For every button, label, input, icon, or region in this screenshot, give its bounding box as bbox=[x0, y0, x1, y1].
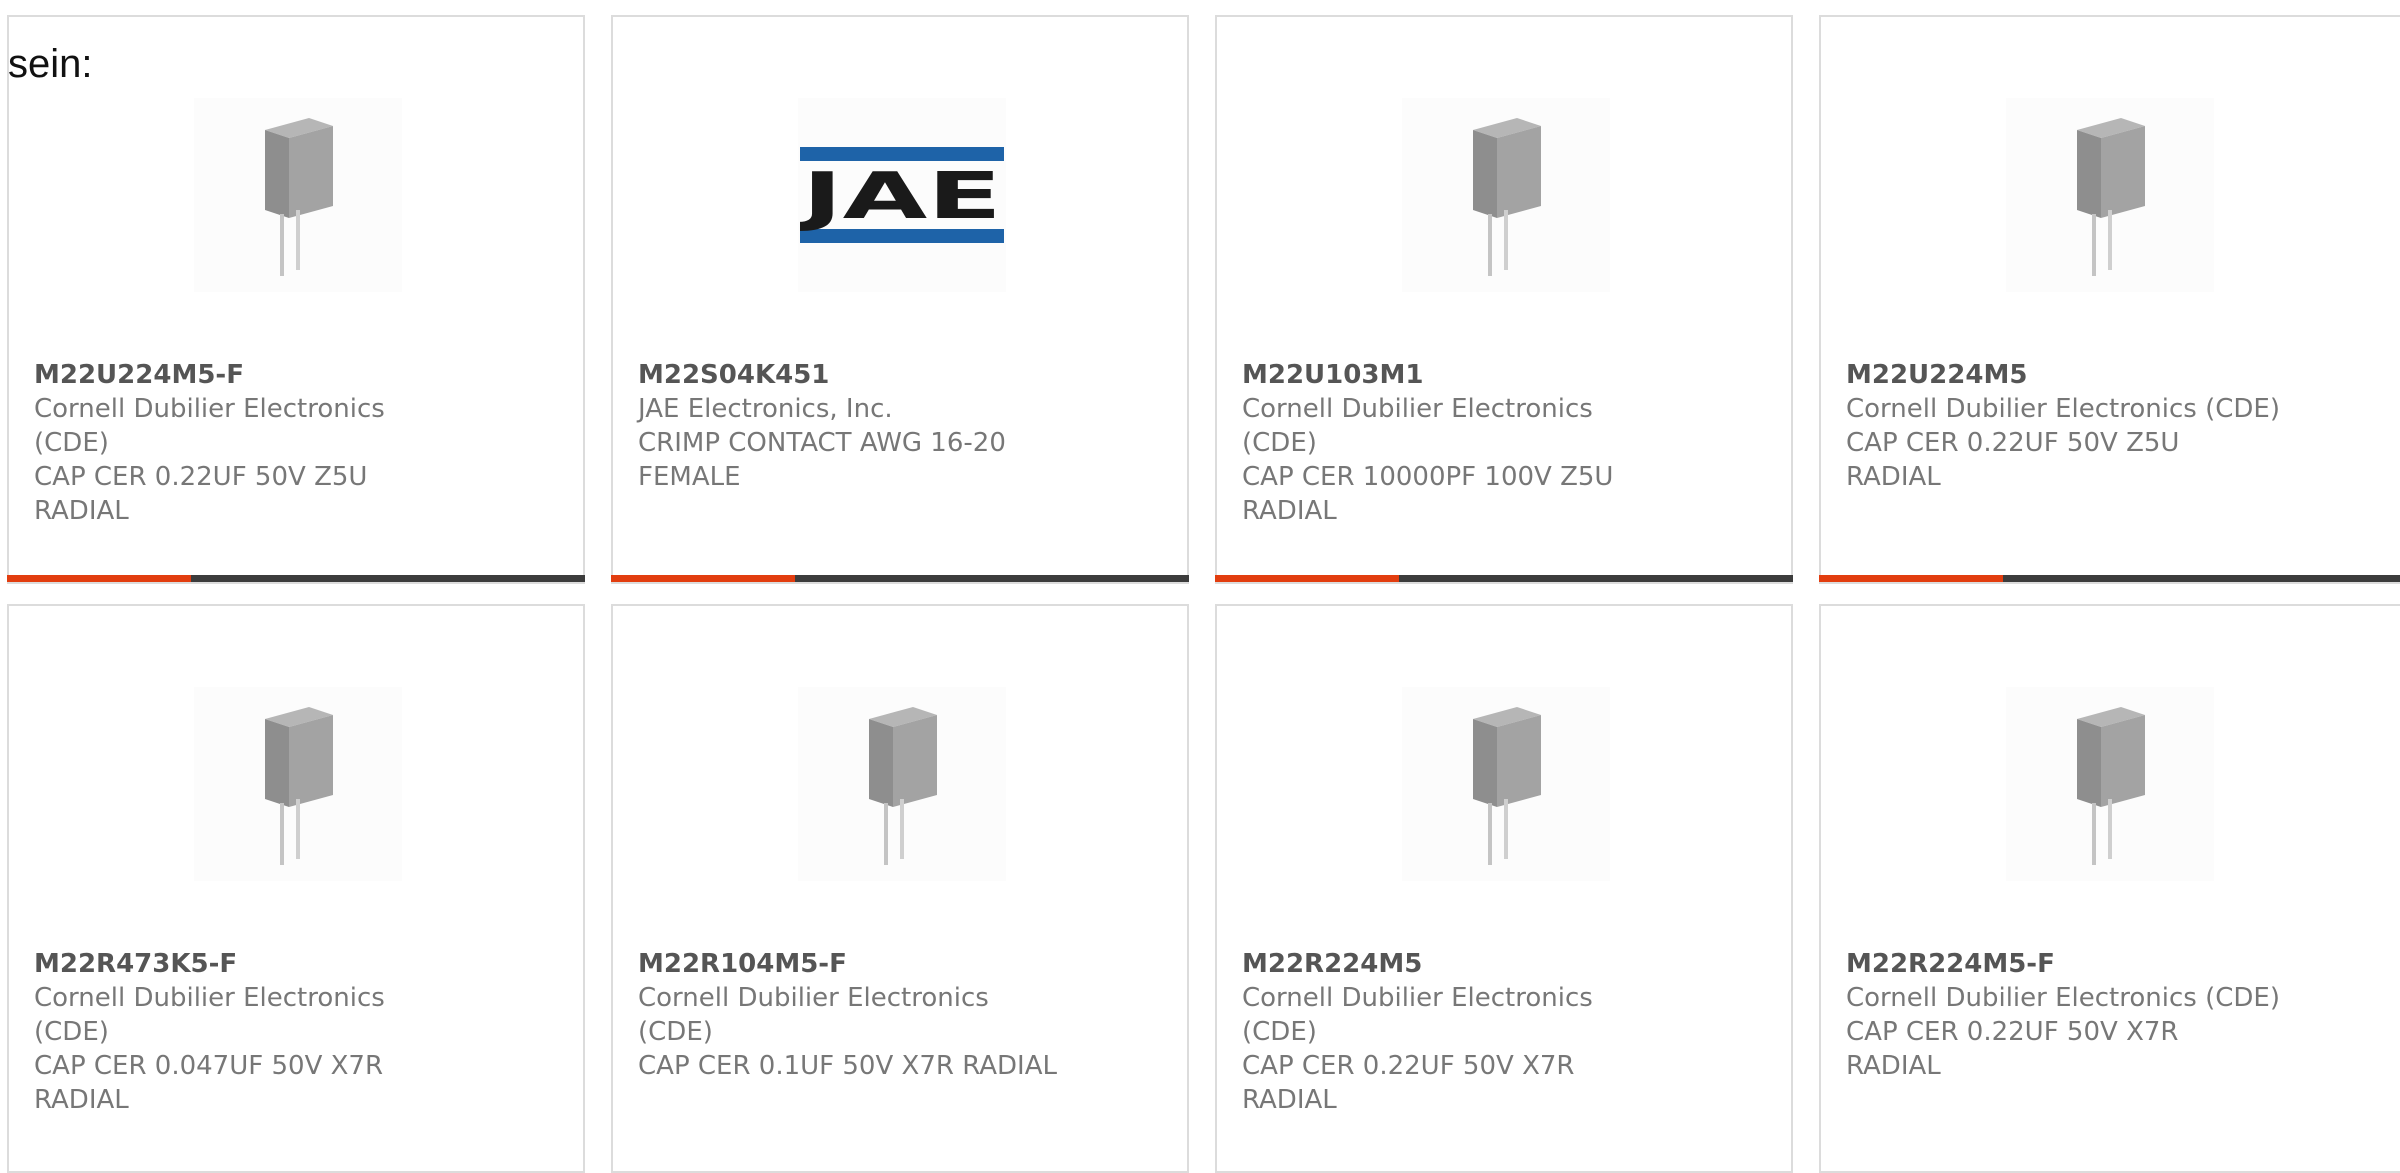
part-number[interactable]: M22R224M5 bbox=[1242, 947, 1671, 981]
product-card[interactable]: JAE M22S04K451 JAE Electronics, Inc. CRI… bbox=[611, 15, 1189, 584]
product-image[interactable] bbox=[194, 98, 402, 292]
manufacturer: Cornell Dubilier Electronics (CDE) bbox=[1846, 983, 2280, 1013]
manufacturer: Cornell Dubilier Electronics (CDE) bbox=[638, 983, 989, 1047]
card-accent-bar bbox=[1819, 575, 2400, 582]
product-card[interactable]: M22U103M1 Cornell Dubilier Electronics (… bbox=[1215, 15, 1793, 584]
product-image[interactable] bbox=[1402, 98, 1610, 292]
manufacturer: Cornell Dubilier Electronics (CDE) bbox=[34, 394, 385, 458]
description: CAP CER 0.1UF 50V X7R RADIAL bbox=[638, 1051, 1057, 1081]
part-number[interactable]: M22U103M1 bbox=[1242, 358, 1671, 392]
card-accent-bar bbox=[7, 575, 585, 582]
part-number[interactable]: M22U224M5 bbox=[1846, 358, 2285, 392]
product-card[interactable]: M22R224M5 Cornell Dubilier Electronics (… bbox=[1215, 604, 1793, 1173]
intro-text: sein: bbox=[8, 42, 93, 86]
card-accent-bar bbox=[1215, 575, 1793, 582]
part-number[interactable]: M22R473K5-F bbox=[34, 947, 463, 981]
description: CAP CER 0.22UF 50V X7R RADIAL bbox=[1846, 1017, 2179, 1081]
part-number[interactable]: M22R104M5-F bbox=[638, 947, 1067, 981]
capacitor-icon bbox=[2077, 707, 2145, 865]
part-number[interactable]: M22S04K451 bbox=[638, 358, 1067, 392]
part-number[interactable]: M22R224M5-F bbox=[1846, 947, 2285, 981]
jae-logo: JAE bbox=[800, 147, 1004, 243]
product-card[interactable]: M22R224M5-F Cornell Dubilier Electronics… bbox=[1819, 604, 2400, 1173]
description: CRIMP CONTACT AWG 16-20 FEMALE bbox=[638, 428, 1006, 492]
manufacturer: Cornell Dubilier Electronics (CDE) bbox=[1242, 394, 1593, 458]
manufacturer: Cornell Dubilier Electronics (CDE) bbox=[1846, 394, 2280, 424]
product-image[interactable] bbox=[1402, 687, 1610, 881]
description: CAP CER 0.22UF 50V Z5U RADIAL bbox=[34, 462, 368, 526]
capacitor-icon bbox=[1473, 707, 1541, 865]
manufacturer: Cornell Dubilier Electronics (CDE) bbox=[34, 983, 385, 1047]
description: CAP CER 0.047UF 50V X7R RADIAL bbox=[34, 1051, 384, 1115]
manufacturer: JAE Electronics, Inc. bbox=[638, 394, 893, 424]
product-image[interactable]: JAE bbox=[798, 98, 1006, 292]
capacitor-icon bbox=[869, 707, 937, 865]
capacitor-icon bbox=[265, 707, 333, 865]
description: CAP CER 0.22UF 50V Z5U RADIAL bbox=[1846, 428, 2180, 492]
product-image[interactable] bbox=[194, 687, 402, 881]
product-image[interactable] bbox=[2006, 687, 2214, 881]
card-accent-bar bbox=[611, 575, 1189, 582]
jae-logo-text: JAE bbox=[800, 160, 1002, 234]
capacitor-icon bbox=[265, 118, 333, 276]
capacitor-icon bbox=[2077, 118, 2145, 276]
description: CAP CER 10000PF 100V Z5U RADIAL bbox=[1242, 462, 1614, 526]
product-card[interactable]: M22R104M5-F Cornell Dubilier Electronics… bbox=[611, 604, 1189, 1173]
product-card[interactable]: M22R473K5-F Cornell Dubilier Electronics… bbox=[7, 604, 585, 1173]
product-image[interactable] bbox=[2006, 98, 2214, 292]
product-card[interactable]: M22U224M5 Cornell Dubilier Electronics (… bbox=[1819, 15, 2400, 584]
product-card[interactable]: M22U224M5-F Cornell Dubilier Electronics… bbox=[7, 15, 585, 584]
description: CAP CER 0.22UF 50V X7R RADIAL bbox=[1242, 1051, 1575, 1115]
manufacturer: Cornell Dubilier Electronics (CDE) bbox=[1242, 983, 1593, 1047]
capacitor-icon bbox=[1473, 118, 1541, 276]
product-image[interactable] bbox=[798, 687, 1006, 881]
part-number[interactable]: M22U224M5-F bbox=[34, 358, 463, 392]
